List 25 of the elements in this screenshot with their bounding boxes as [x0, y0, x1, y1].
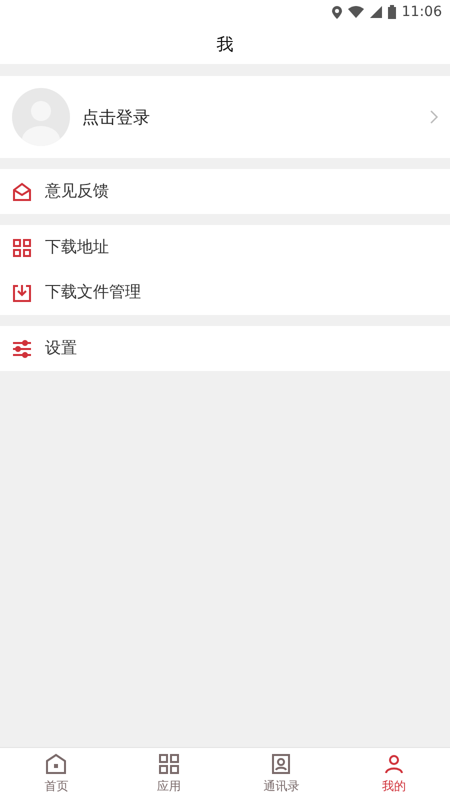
- download-icon: [12, 282, 32, 302]
- status-time: 11:06: [402, 4, 442, 20]
- envelope-icon: [12, 182, 32, 202]
- house-icon: [45, 753, 68, 775]
- address-book-icon: [270, 753, 292, 775]
- grid-icon: [158, 753, 180, 775]
- login-row[interactable]: 点击登录: [0, 76, 450, 158]
- signal-icon: [370, 6, 382, 18]
- chevron-right-icon: [430, 110, 438, 124]
- qr-code-icon: [12, 238, 32, 258]
- menu-item[interactable]: 意见反馈: [0, 169, 450, 214]
- person-icon: [382, 753, 405, 775]
- page-title: 我: [216, 34, 234, 56]
- battery-icon: [388, 5, 396, 19]
- sliders-icon: [12, 340, 32, 358]
- login-label: 点击登录: [82, 106, 151, 128]
- tab[interactable]: 首页: [0, 748, 112, 800]
- tab[interactable]: 应用: [112, 748, 225, 800]
- wifi-icon: [348, 6, 364, 18]
- tab[interactable]: 我的: [338, 748, 450, 800]
- location-icon: [332, 6, 342, 18]
- menu-item[interactable]: 设置: [0, 326, 450, 371]
- tab[interactable]: 通讯录: [225, 748, 338, 800]
- menu-item[interactable]: 下载地址: [0, 225, 450, 270]
- menu-item[interactable]: 下载文件管理: [0, 270, 450, 315]
